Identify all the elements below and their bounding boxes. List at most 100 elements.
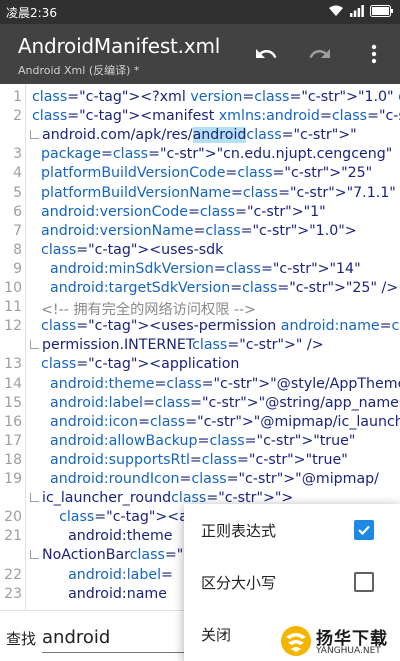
line-number: 3: [13, 146, 22, 163]
code-text: class="c-tag"><uses-permission android:n…: [41, 318, 400, 335]
code-line: 16 android:icon=class="c-str">"@mipmap/i…: [0, 413, 400, 433]
line-number: 7: [13, 222, 22, 239]
watermark-subtext: YANGHUA.NET: [316, 646, 381, 656]
code-line: 5 platformBuildVersionName=class="c-str"…: [0, 184, 400, 204]
code-text: android:label=class="c-str">"@string/app…: [50, 394, 400, 411]
code-text: android:targetSdkVersion=class="c-str">"…: [50, 280, 399, 296]
menu-item-regex-label: 正则表达式: [201, 522, 277, 540]
code-line: 10 android:targetSdkVersion=class="c-str…: [0, 279, 400, 299]
line-number: 1: [13, 89, 22, 105]
file-title: AndroidManifest.xml: [18, 34, 221, 58]
code-text: android:allowBackup=class="c-str">"true": [50, 432, 356, 449]
wrap-indicator-icon: [30, 340, 39, 350]
code-text: android.com/apk/res/androidclass="c-str"…: [42, 127, 357, 144]
code-text: android:name: [32, 585, 167, 602]
wifi-icon: [328, 5, 344, 20]
undo-button[interactable]: [248, 36, 284, 72]
code-line: permission.INTERNETclass="c-str">" />: [0, 336, 400, 356]
line-number: 19: [4, 471, 22, 487]
code-line: 1 class="c-tag"><?xml version=class="c-st…: [0, 88, 400, 108]
search-match: android: [192, 127, 247, 144]
code-text: android:minSdkVersion=class="c-str">"14": [50, 260, 361, 277]
line-number: 18: [4, 451, 22, 468]
code-text: class="c-tag"><?xml version=class="c-str…: [32, 89, 400, 105]
code-text: package=class="c-str">"cn.edu.njupt.ceng…: [41, 146, 393, 163]
more-vert-icon: [371, 44, 377, 64]
redo-button[interactable]: [302, 36, 338, 72]
code-text: android:roundIcon=class="c-str">"@mipmap…: [50, 471, 379, 487]
code-line: android.com/apk/res/androidclass="c-str"…: [0, 126, 400, 146]
code-text: android:theme: [32, 528, 173, 545]
code-line: 4 platformBuildVersionCode=class="c-str"…: [0, 164, 400, 184]
code-text: android:versionCode=class="c-str">"1": [41, 203, 326, 220]
code-line: 6 android:versionCode=class="c-str">"1": [0, 203, 400, 223]
line-number: 23: [4, 585, 22, 602]
line-number: 10: [4, 280, 22, 296]
code-line: 3 package=class="c-str">"cn.edu.njupt.ce…: [0, 145, 400, 165]
watermark-logo-icon: [281, 626, 311, 656]
code-line: 2 class="c-tag"><manifest xmlns:android=c…: [0, 107, 400, 127]
code-line: 9 android:minSdkVersion=class="c-str">"1…: [0, 260, 400, 280]
code-text: android:theme=class="c-str">"@style/AppT…: [50, 375, 400, 392]
signal-icon: [350, 4, 364, 20]
line-number: 15: [4, 394, 22, 411]
code-line: 15 android:label=class="c-str">"@string/…: [0, 394, 400, 414]
code-line: 12 class="c-tag"><uses-permission androi…: [0, 317, 400, 337]
watermark: 扬华下载 YANGHUA.NET: [278, 622, 400, 661]
wrap-indicator-icon: [30, 493, 39, 503]
code-line: 7 android:versionName=class="c-str">"1.0…: [0, 222, 400, 242]
code-text: platformBuildVersionName=class="c-str">"…: [41, 184, 396, 201]
line-number: 2: [13, 108, 22, 125]
wrap-indicator-icon: [30, 130, 39, 140]
find-label: 查找: [6, 630, 37, 648]
overflow-menu-button[interactable]: [356, 36, 392, 72]
code-text: class="c-tag"><application: [41, 356, 240, 373]
line-number: 16: [4, 413, 22, 430]
code-text: permission.INTERNETclass="c-str">" />: [42, 337, 324, 354]
app-bar: AndroidManifest.xml Android Xml (反编译) *: [0, 24, 400, 84]
status-bar: 凌晨2:36: [0, 0, 400, 24]
code-line: 19 android:roundIcon=class="c-str">"@mip…: [0, 470, 400, 490]
file-type-subtitle: Android Xml (反编译) *: [18, 64, 140, 77]
line-number: 12: [4, 318, 22, 335]
find-input[interactable]: [42, 623, 192, 653]
code-line: 14 android:theme=class="c-str">"@style/A…: [0, 375, 400, 395]
code-text: platformBuildVersionCode=class="c-str">"…: [41, 165, 373, 182]
wrap-indicator-icon: [30, 550, 39, 560]
code-text: android:versionName=class="c-str">"1.0">: [41, 222, 357, 239]
line-number: 17: [4, 432, 22, 449]
code-text: class="c-tag"><manifest xmlns:android=cl…: [32, 108, 400, 125]
code-line: 13 class="c-tag"><application: [0, 355, 400, 375]
code-line: 17 android:allowBackup=class="c-str">"tr…: [0, 432, 400, 452]
line-number: 13: [4, 356, 22, 373]
code-line: 8 class="c-tag"><uses-sdk: [0, 241, 400, 261]
status-icons: [328, 4, 394, 20]
code-text: android:supportsRtl=class="c-str">"true": [50, 451, 348, 468]
status-time: 凌晨2:36: [6, 5, 57, 20]
line-number: 9: [13, 260, 22, 277]
line-number: 5: [13, 184, 22, 201]
menu-item-match-case-label: 区分大小写: [201, 574, 277, 592]
line-number: 4: [13, 165, 22, 182]
regex-checkbox[interactable]: [354, 520, 374, 540]
line-number: 20: [4, 509, 22, 526]
code-text: android:icon=class="c-str">"@mipmap/ic_l…: [50, 413, 400, 430]
line-number: 22: [4, 566, 22, 583]
battery-icon: [370, 4, 394, 20]
match-case-checkbox[interactable]: [354, 572, 374, 592]
menu-item-match-case[interactable]: 区分大小写: [184, 556, 400, 608]
line-number: 11: [4, 299, 22, 316]
line-number: 6: [13, 203, 22, 220]
line-number: 21: [4, 528, 22, 545]
code-line: 11 <!-- 拥有完全的网络访问权限 -->: [0, 298, 400, 318]
undo-icon: [256, 49, 277, 58]
code-text: class="c-tag"><uses-sdk: [41, 241, 224, 258]
line-number: 8: [13, 241, 22, 258]
code-text: android:label=: [68, 566, 173, 583]
line-number: 14: [4, 375, 22, 392]
code-line: 18 android:supportsRtl=class="c-str">"tr…: [0, 451, 400, 471]
redo-icon: [309, 49, 330, 58]
menu-item-regex[interactable]: 正则表达式: [184, 504, 400, 556]
code-text: <!-- 拥有完全的网络访问权限 -->: [32, 302, 257, 319]
menu-item-close-label: 关闭: [201, 626, 232, 644]
